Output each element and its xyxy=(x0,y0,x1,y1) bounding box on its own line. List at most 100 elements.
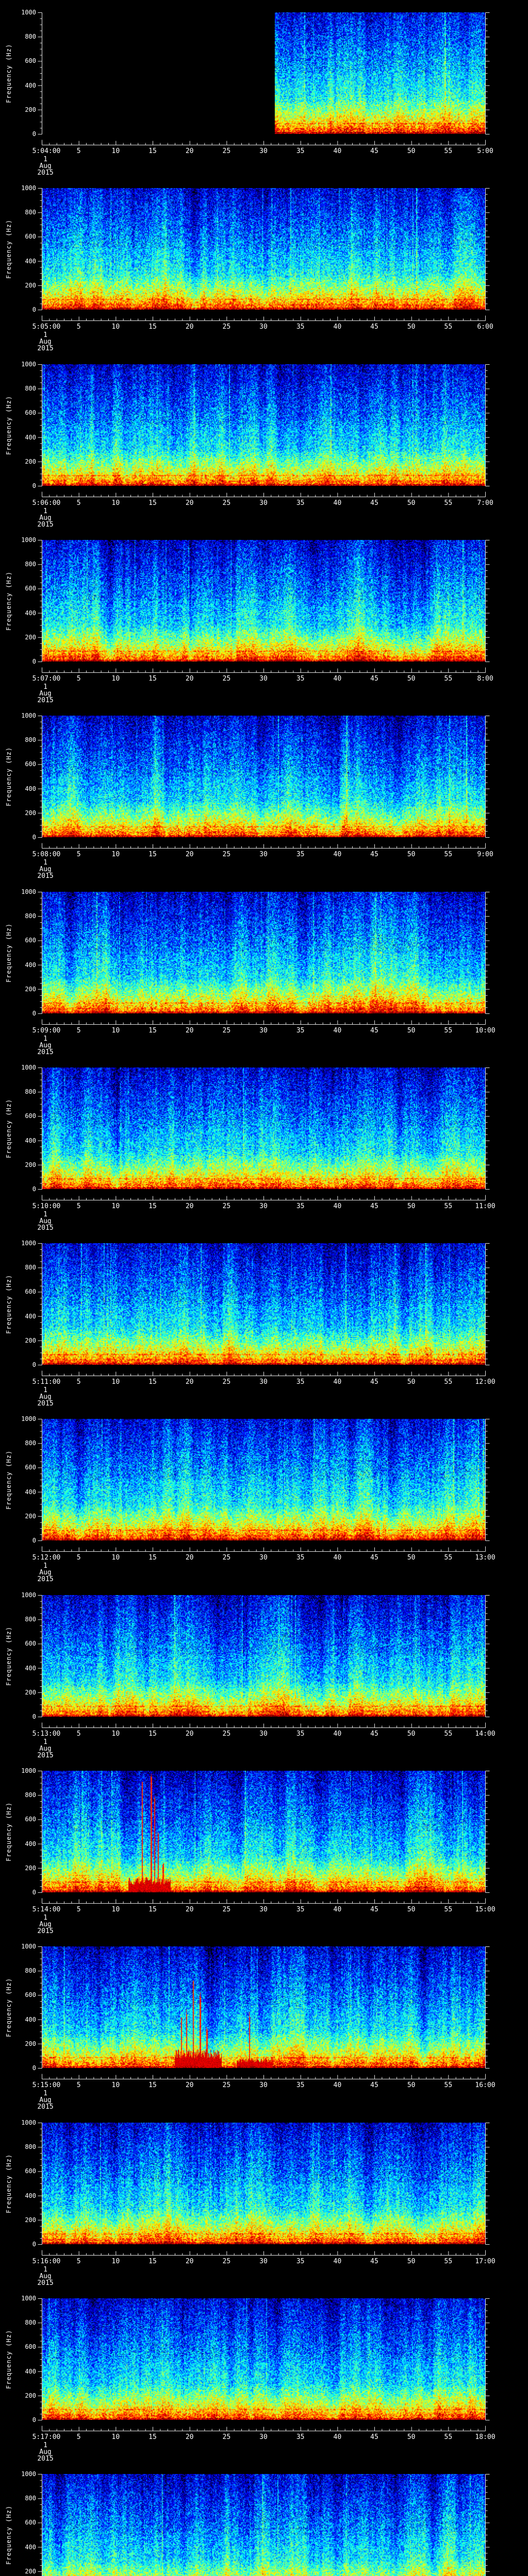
spectrogram-panel: Frequency (Hz) 1000 800 600 400 200 0 5:06:00 5 1… xyxy=(0,352,528,528)
y-tick-label: 800 xyxy=(25,2495,36,2502)
y-tick-label: 800 xyxy=(25,1439,36,1447)
spectrogram-panel: Frequency (Hz) 1000 800 600 400 200 0 5:16:00 5 1… xyxy=(0,2110,528,2286)
x-tick-label: 25 xyxy=(222,1554,231,1562)
x-end-time-label: 13:00 xyxy=(475,1554,496,1562)
spectrogram-heatmap xyxy=(42,2474,485,2576)
spectrogram-heatmap xyxy=(42,2298,485,2420)
x-tick-label: 35 xyxy=(296,2258,305,2265)
x-tick-label: 20 xyxy=(185,1906,194,1913)
y-tick-label: 0 xyxy=(32,2241,36,2248)
x-start-time-label: 5:06:00 xyxy=(32,499,61,507)
spectrogram-heatmap xyxy=(42,12,485,134)
x-tick-label: 40 xyxy=(333,1906,342,1913)
y-tick-label: 200 xyxy=(25,458,36,465)
x-end-time-label: 17:00 xyxy=(475,2258,496,2265)
x-tick-label: 15 xyxy=(148,499,157,507)
x-tick-label: 45 xyxy=(370,1906,378,1913)
x-tick-label: 45 xyxy=(370,2433,378,2441)
y-axis-title: Frequency (Hz) xyxy=(5,1274,12,1334)
x-end-time-label: 14:00 xyxy=(475,1730,496,1738)
x-tick-label: 40 xyxy=(333,1378,342,1386)
y-axis-title: Frequency (Hz) xyxy=(5,1450,12,1510)
x-tick-label: 45 xyxy=(370,675,378,683)
x-end-time-label: 11:00 xyxy=(475,1202,496,1210)
x-tick-label: 30 xyxy=(259,323,268,331)
y-tick-label: 0 xyxy=(32,1185,36,1193)
x-tick-label: 40 xyxy=(333,1730,342,1738)
y-tick-label: 600 xyxy=(25,57,36,64)
x-tick-label: 55 xyxy=(444,1202,453,1210)
spectrogram-heatmap xyxy=(42,1243,485,1365)
x-tick-label: 25 xyxy=(222,2258,231,2265)
x-tick-label: 10 xyxy=(111,1027,120,1035)
x-tick-label: 20 xyxy=(185,1378,194,1386)
y-tick-label: 0 xyxy=(32,2064,36,2072)
x-tick-label: 5 xyxy=(76,2433,81,2441)
y-axis-title: Frequency (Hz) xyxy=(5,571,12,631)
y-tick-label: 0 xyxy=(32,1713,36,1720)
y-tick-label: 1000 xyxy=(21,888,36,895)
y-tick-label: 800 xyxy=(25,33,36,40)
spectrogram-plot-area xyxy=(42,2298,485,2420)
x-tick-label: 10 xyxy=(111,2433,120,2441)
spectrogram-heatmap xyxy=(42,1419,485,1540)
spectrogram-panel: Frequency (Hz) 1000 800 600 400 200 0 5:07:00 5 1… xyxy=(0,528,528,704)
x-tick-label: 35 xyxy=(296,2433,305,2441)
x-end-time-label: 9:00 xyxy=(477,851,493,858)
x-tick-label: 40 xyxy=(333,1027,342,1035)
x-tick-label: 15 xyxy=(148,147,157,155)
spectrogram-heatmap xyxy=(42,1946,485,2068)
x-start-time-label: 5:08:00 xyxy=(32,851,61,858)
spectrogram-plot-area xyxy=(42,716,485,837)
x-tick-label: 15 xyxy=(148,1554,157,1562)
spectrogram-panel: Frequency (Hz) 1000 800 600 400 200 0 5:09:00 5 1… xyxy=(0,879,528,1056)
y-axis-title: Frequency (Hz) xyxy=(5,43,12,103)
y-tick-label: 1000 xyxy=(21,184,36,192)
date-label-line: 2015 xyxy=(37,2103,54,2111)
spectrogram-plot-area xyxy=(42,364,485,486)
spectrogram-plot-area xyxy=(42,2474,485,2576)
x-tick-label: 35 xyxy=(296,1202,305,1210)
y-tick-label: 200 xyxy=(25,1513,36,1520)
y-axis-title: Frequency (Hz) xyxy=(5,219,12,279)
x-tick-label: 45 xyxy=(370,2258,378,2265)
y-tick-label: 600 xyxy=(25,2519,36,2526)
y-tick-label: 800 xyxy=(25,385,36,392)
x-start-time-label: 5:11:00 xyxy=(32,1378,61,1386)
x-tick-label: 45 xyxy=(370,1378,378,1386)
x-tick-label: 55 xyxy=(444,1378,453,1386)
y-tick-label: 400 xyxy=(25,1137,36,1144)
x-tick-label: 15 xyxy=(148,1202,157,1210)
x-tick-label: 30 xyxy=(259,147,268,155)
x-tick-label: 50 xyxy=(407,1730,416,1738)
y-tick-label: 1000 xyxy=(21,1943,36,1950)
spectrogram-panel: Frequency (Hz) 1000 800 600 400 200 0 5:10:00 5 1… xyxy=(0,1055,528,1231)
spectrogram-panel: Frequency (Hz) 1000 800 600 400 200 0 5:17:00 5 1… xyxy=(0,2286,528,2462)
y-tick-label: 200 xyxy=(25,2568,36,2575)
y-tick-label: 400 xyxy=(25,258,36,265)
x-end-time-label: 6:00 xyxy=(477,323,493,331)
y-tick-label: 400 xyxy=(25,82,36,89)
y-tick-label: 1000 xyxy=(21,1064,36,1071)
x-tick-label: 50 xyxy=(407,147,416,155)
spectrogram-plot-area xyxy=(42,540,485,662)
x-tick-label: 15 xyxy=(148,851,157,858)
y-tick-label: 400 xyxy=(25,434,36,441)
x-tick-label: 55 xyxy=(444,323,453,331)
x-tick-label: 30 xyxy=(259,1906,268,1913)
x-tick-label: 35 xyxy=(296,323,305,331)
x-tick-label: 35 xyxy=(296,499,305,507)
x-tick-label: 5 xyxy=(76,675,81,683)
x-tick-label: 55 xyxy=(444,1906,453,1913)
y-tick-label: 800 xyxy=(25,1791,36,1799)
y-tick-label: 600 xyxy=(25,2343,36,2350)
y-tick-label: 800 xyxy=(25,1088,36,1095)
y-tick-label: 200 xyxy=(25,2216,36,2224)
x-tick-label: 30 xyxy=(259,2081,268,2089)
x-tick-label: 55 xyxy=(444,1027,453,1035)
x-tick-label: 40 xyxy=(333,2081,342,2089)
x-tick-label: 45 xyxy=(370,147,378,155)
y-tick-label: 200 xyxy=(25,809,36,817)
spectrogram-heatmap xyxy=(42,364,485,486)
y-tick-label: 400 xyxy=(25,2368,36,2375)
